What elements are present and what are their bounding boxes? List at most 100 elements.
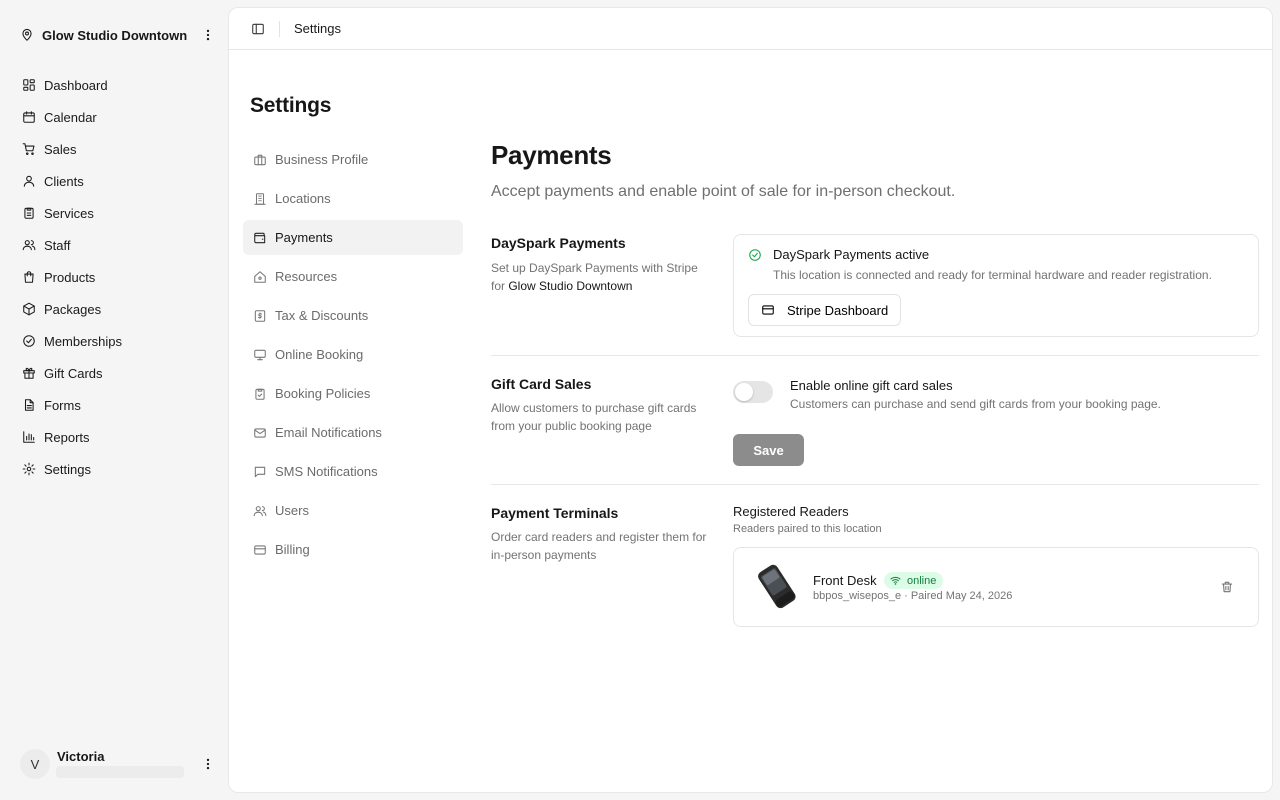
cart-icon (22, 142, 44, 156)
badge-check-icon (22, 334, 44, 348)
sidebar-item-services[interactable]: Services (14, 197, 214, 229)
settings-nav-business-profile[interactable]: Business Profile (243, 142, 463, 177)
check-circle-icon (748, 248, 762, 262)
breadcrumb: Settings (294, 21, 341, 36)
sidebar-item-sales[interactable]: Sales (14, 133, 214, 165)
gift-icon (22, 366, 44, 380)
settings-nav-locations[interactable]: Locations (243, 181, 463, 216)
top-bar: Settings (229, 8, 1272, 50)
save-button[interactable]: Save (733, 434, 804, 466)
briefcase-icon (253, 153, 275, 167)
sidebar-item-label: Dashboard (44, 77, 108, 93)
settings-title: Settings (250, 94, 332, 117)
location-name: Glow Studio Downtown (42, 27, 188, 43)
terminals-section-desc: Order card readers and register them for… (491, 530, 707, 562)
sidebar-item-calendar[interactable]: Calendar (14, 101, 214, 133)
user-menu[interactable]: V Victoria (20, 748, 216, 780)
sidebar-item-label: Sales (44, 141, 77, 157)
wifi-icon (890, 575, 907, 586)
dayspark-location-name: Glow Studio Downtown (508, 279, 633, 293)
settings-nav-resources[interactable]: Resources (243, 259, 463, 294)
sidebar-item-staff[interactable]: Staff (14, 229, 214, 261)
sidebar-item-label: Calendar (44, 109, 97, 125)
reader-name: Front Desk (813, 573, 877, 588)
settings-nav-booking-policies[interactable]: Booking Policies (243, 376, 463, 411)
building-icon (253, 192, 275, 206)
message-icon (253, 465, 275, 479)
more-vertical-icon[interactable] (200, 25, 216, 45)
sidebar-item-label: Clients (44, 173, 84, 189)
sidebar-item-products[interactable]: Products (14, 261, 214, 293)
toggle-description: Customers can purchase and send gift car… (790, 397, 1161, 411)
page-description: Accept payments and enable point of sale… (491, 183, 956, 200)
section-divider (491, 355, 1259, 356)
toggle-knob (735, 383, 753, 401)
sidebar-item-label: Forms (44, 397, 81, 413)
sidebar-item-label: Gift Cards (44, 365, 103, 381)
divider (279, 20, 280, 37)
home-icon (253, 270, 275, 284)
card-reader-image (752, 562, 800, 612)
main-panel: Settings Settings Business Profile Locat… (228, 7, 1273, 793)
sidebar-item-label: Services (44, 205, 94, 221)
list-item: Front Desk online bbpos_wisepos_e · Pair… (733, 547, 1259, 627)
avatar: V (20, 749, 50, 779)
users-icon (22, 238, 44, 252)
user-email-placeholder (56, 766, 184, 778)
main-nav: Dashboard Calendar Sales Clients Service… (14, 69, 214, 485)
status-description: This location is connected and ready for… (773, 268, 1212, 282)
terminals-section-title: Payment Terminals (491, 505, 619, 521)
sidebar-item-reports[interactable]: Reports (14, 421, 214, 453)
sidebar-item-clients[interactable]: Clients (14, 165, 214, 197)
settings-nav-payments[interactable]: Payments (243, 220, 463, 255)
sidebar: Glow Studio Downtown Dashboard Calendar … (0, 0, 228, 800)
sidebar-item-label: Packages (44, 301, 102, 317)
sidebar-toggle-icon[interactable] (251, 22, 265, 36)
dayspark-section-title: DaySpark Payments (491, 235, 626, 251)
settings-nav-tax-discounts[interactable]: Tax & Discounts (243, 298, 463, 333)
toggle-label: Enable online gift card sales (790, 378, 953, 393)
settings-nav-users[interactable]: Users (243, 493, 463, 528)
monitor-icon (253, 348, 275, 362)
user-icon (22, 174, 44, 188)
gift-card-section-desc: Allow customers to purchase gift cards f… (491, 401, 697, 433)
dashboard-icon (22, 78, 44, 92)
sidebar-item-forms[interactable]: Forms (14, 389, 214, 421)
registered-readers-desc: Readers paired to this location (733, 523, 882, 535)
status-label: DaySpark Payments active (773, 247, 930, 262)
shopping-bag-icon (22, 270, 44, 284)
dayspark-status-card: DaySpark Payments active This location i… (733, 234, 1259, 337)
page-title: Payments (491, 140, 612, 170)
user-name: Victoria (57, 749, 105, 764)
sidebar-item-dashboard[interactable]: Dashboard (14, 69, 214, 101)
stripe-dashboard-button[interactable]: Stripe Dashboard (748, 294, 902, 326)
location-switcher[interactable]: Glow Studio Downtown (20, 24, 216, 46)
trash-icon[interactable] (1220, 580, 1234, 594)
registered-readers-title: Registered Readers (733, 504, 849, 519)
receipt-icon (253, 309, 275, 323)
credit-card-icon (253, 543, 275, 557)
sidebar-item-settings[interactable]: Settings (14, 453, 214, 485)
credit-card-icon (761, 303, 787, 317)
section-divider (491, 484, 1259, 485)
gift-card-toggle[interactable] (733, 381, 773, 403)
bar-chart-icon (22, 430, 44, 444)
reader-meta: bbpos_wisepos_e · Paired May 24, 2026 (813, 590, 1013, 602)
more-vertical-icon[interactable] (200, 754, 216, 774)
clipboard-check-icon (253, 387, 275, 401)
sidebar-item-packages[interactable]: Packages (14, 293, 214, 325)
dayspark-section-desc: Set up DaySpark Payments with Stripe for… (491, 261, 698, 293)
file-text-icon (22, 398, 44, 412)
users-icon (253, 504, 275, 518)
wallet-icon (253, 231, 275, 245)
settings-nav-email-notifications[interactable]: Email Notifications (243, 415, 463, 450)
package-icon (22, 302, 44, 316)
sidebar-item-memberships[interactable]: Memberships (14, 325, 214, 357)
gift-card-section-title: Gift Card Sales (491, 376, 592, 392)
sidebar-item-label: Memberships (44, 333, 123, 349)
sidebar-item-label: Products (44, 269, 96, 285)
sidebar-item-gift-cards[interactable]: Gift Cards (14, 357, 214, 389)
settings-nav-sms-notifications[interactable]: SMS Notifications (243, 454, 463, 489)
settings-nav-online-booking[interactable]: Online Booking (243, 337, 463, 372)
settings-nav-billing[interactable]: Billing (243, 532, 463, 567)
